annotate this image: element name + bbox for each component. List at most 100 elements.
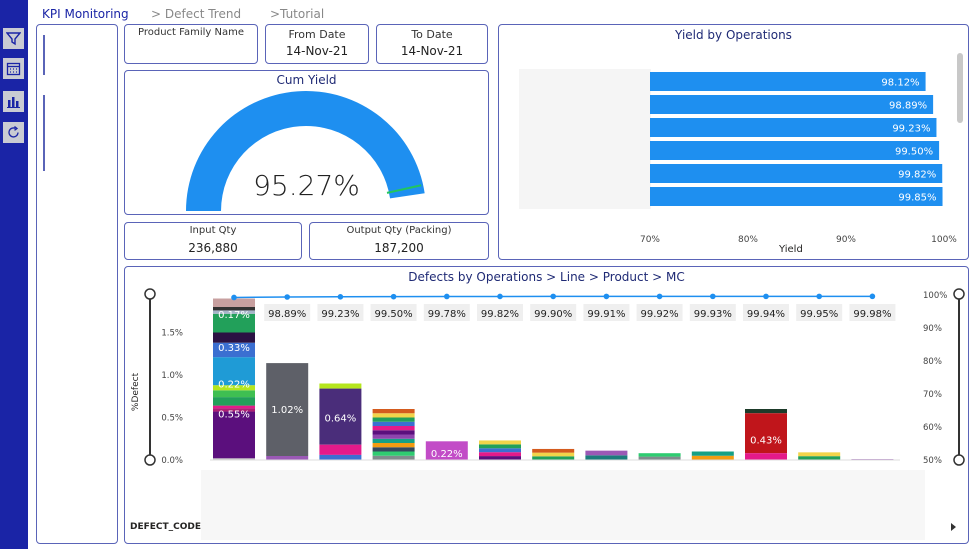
defect-stack-segment bbox=[319, 383, 362, 389]
cum-yield-label: 99.23% bbox=[321, 309, 359, 320]
tab-defect-trend[interactable]: > Defect Trend bbox=[151, 7, 241, 21]
defect-stack-segment bbox=[638, 456, 681, 460]
defect-stack-segment bbox=[745, 453, 787, 460]
defect-y2-tick: 100% bbox=[923, 291, 947, 301]
input-qty-value: 236,880 bbox=[188, 241, 238, 255]
left-slider-handle-top[interactable] bbox=[144, 288, 156, 300]
cum-yield-label: 99.94% bbox=[747, 309, 785, 320]
to-date-value: 14-Nov-21 bbox=[400, 44, 464, 58]
scrollbar-thumb[interactable] bbox=[957, 53, 963, 123]
cum-yield-point bbox=[816, 293, 822, 300]
defect-stack-segment bbox=[798, 452, 841, 457]
slicer-bar[interactable] bbox=[43, 135, 45, 171]
defects-combo-chart: 0.0% 0.5% 1.0% 1.5% 50% 60% 70% 80% 90% 100% 0.22%… bbox=[144, 288, 965, 540]
defect-y2-tick: 60% bbox=[923, 423, 942, 433]
defect-stack-segment bbox=[266, 456, 309, 460]
refresh-icon[interactable] bbox=[3, 122, 24, 143]
defect-stack-segment bbox=[479, 444, 521, 449]
defect-y-tick: 1.5% bbox=[161, 329, 183, 339]
defect-stack-segment bbox=[532, 448, 575, 453]
defect-bar-label: 0.64% bbox=[325, 414, 357, 425]
defect-stack-segment bbox=[372, 426, 415, 431]
product-family-slicer[interactable]: Product Family Name bbox=[124, 24, 258, 64]
defect-y2-tick: 50% bbox=[923, 456, 942, 466]
from-date-value: 14-Nov-21 bbox=[285, 44, 349, 58]
defect-stack-segment bbox=[372, 409, 415, 414]
defect-stack-segment bbox=[213, 405, 255, 409]
cum-yield-label: 99.78% bbox=[428, 309, 466, 320]
defect-stack-segment bbox=[745, 409, 787, 414]
cum-yield-label: 99.93% bbox=[694, 309, 732, 320]
cum-yield-point bbox=[550, 293, 556, 300]
defect-stack-segment bbox=[479, 440, 521, 445]
input-qty-card: Input Qty 236,880 bbox=[124, 222, 302, 260]
yield-bar-label: 99.82% bbox=[898, 170, 936, 181]
yield-bar-label: 98.12% bbox=[881, 78, 919, 89]
defect-bar-label: 0.22% bbox=[431, 449, 463, 460]
slicer-bar[interactable] bbox=[43, 35, 45, 75]
yield-bar-label: 99.85% bbox=[898, 193, 936, 204]
yield-bar-label: 99.50% bbox=[895, 147, 933, 158]
defect-y-tick: 0.0% bbox=[161, 456, 183, 466]
defect-stack-segment bbox=[213, 332, 255, 343]
defect-stack-segment bbox=[798, 456, 841, 460]
cum-yield-label: 99.91% bbox=[587, 309, 625, 320]
cum-yield-point bbox=[656, 293, 663, 300]
cum-yield-label: 98.89% bbox=[268, 309, 306, 320]
bar-chart-icon[interactable] bbox=[3, 91, 24, 112]
defect-stack-segment bbox=[372, 413, 415, 418]
left-slider-handle-bottom[interactable] bbox=[144, 454, 156, 466]
right-slider-handle-top[interactable] bbox=[953, 288, 965, 300]
defect-x-axis-label: DEFECT_CODE bbox=[130, 522, 202, 532]
slicer-bar[interactable] bbox=[43, 95, 45, 135]
x-axis-category-area bbox=[201, 470, 925, 540]
defect-stack-segment bbox=[319, 454, 362, 460]
from-date-card[interactable]: From Date 14-Nov-21 bbox=[265, 24, 369, 64]
cum-yield-point bbox=[231, 294, 237, 301]
cum-yield-point bbox=[763, 293, 769, 300]
yield-x-axis-label: Yield bbox=[779, 244, 803, 255]
defect-stack-segment bbox=[479, 456, 521, 460]
defect-stack-segment bbox=[745, 413, 787, 454]
defect-stack-segment bbox=[479, 452, 521, 457]
defect-stack-segment bbox=[532, 456, 575, 460]
cum-yield-label: 99.95% bbox=[800, 309, 838, 320]
filter-icon[interactable] bbox=[3, 28, 24, 49]
defect-stack-segment bbox=[691, 451, 734, 456]
defect-stack-segment bbox=[638, 453, 681, 457]
right-slider-handle-bottom[interactable] bbox=[953, 454, 965, 466]
cum-yield-point bbox=[390, 293, 397, 300]
defect-stack-label: 0.55% bbox=[218, 409, 250, 420]
defect-stack-segment bbox=[372, 443, 415, 448]
defect-bar-label: 0.43% bbox=[750, 436, 782, 447]
yield-bar-label: 99.23% bbox=[892, 124, 930, 135]
input-qty-label: Input Qty bbox=[189, 225, 237, 236]
cum-yield-point bbox=[603, 293, 610, 300]
defect-y-axis-label: %Defect bbox=[131, 372, 142, 412]
defect-stack-segment bbox=[691, 455, 734, 460]
defect-bar-label: 1.02% bbox=[271, 405, 303, 416]
calendar-icon[interactable] bbox=[3, 58, 24, 79]
defect-stack-segment bbox=[372, 417, 415, 422]
defect-stack-segment bbox=[372, 434, 415, 439]
defect-y-tick: 1.0% bbox=[161, 371, 183, 381]
to-date-card[interactable]: To Date 14-Nov-21 bbox=[376, 24, 488, 64]
cum-yield-value: 95.27% bbox=[253, 169, 360, 202]
yield-x-tick: 90% bbox=[836, 235, 856, 245]
tab-kpi-monitoring[interactable]: KPI Monitoring bbox=[42, 7, 129, 21]
cum-yield-point bbox=[710, 293, 716, 300]
defect-y2-tick: 90% bbox=[923, 324, 942, 334]
scroll-right-icon[interactable] bbox=[951, 523, 956, 531]
defect-bar-label: 0.22% bbox=[218, 380, 250, 391]
axis-label-area bbox=[519, 69, 651, 209]
cum-yield-label: 99.92% bbox=[641, 309, 679, 320]
defect-stack-segment bbox=[319, 444, 362, 455]
defect-stack-segment bbox=[372, 451, 415, 456]
tab-tutorial[interactable]: >Tutorial bbox=[270, 7, 324, 21]
defect-stack-segment bbox=[372, 421, 415, 426]
defects-card: Defects by Operations > Line > Product >… bbox=[124, 266, 969, 544]
cum-yield-label: 99.90% bbox=[534, 309, 572, 320]
cum-yield-point bbox=[337, 294, 344, 300]
defect-stack-segment bbox=[585, 455, 628, 460]
output-qty-card: Output Qty (Packing) 187,200 bbox=[309, 222, 489, 260]
